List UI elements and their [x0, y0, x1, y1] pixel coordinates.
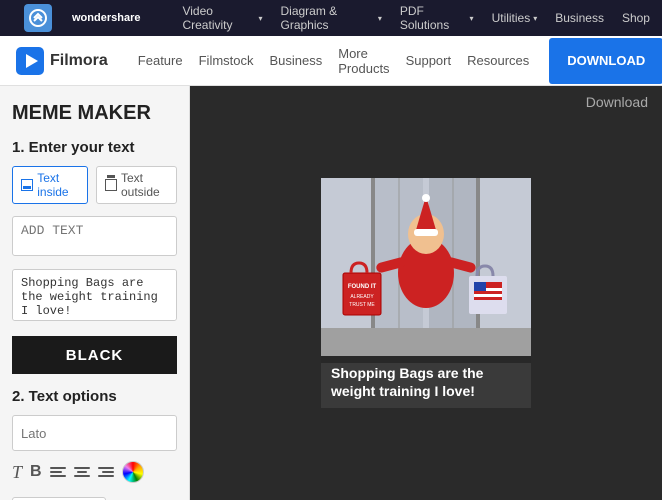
nav-utilities[interactable]: Utilities ▾ [492, 11, 538, 25]
sidebar-title: MEME MAKER [12, 102, 177, 125]
bottom-text-input[interactable]: Shopping Bags are the weight training I … [12, 269, 177, 321]
sec-nav-filmstock[interactable]: Filmstock [199, 53, 254, 68]
align-left-icon[interactable] [50, 467, 66, 477]
sec-nav-more-products[interactable]: More Products [338, 46, 389, 76]
sec-nav-items: Feature Filmstock Business More Products… [138, 46, 529, 76]
align-right-icon[interactable] [98, 467, 114, 477]
text-tools-row: T B [12, 461, 177, 483]
meme-scene-svg: FOUND IT ALREADY TRUST ME [321, 178, 531, 363]
text-inside-icon [21, 179, 33, 191]
text-position-row: Text inside Text outside [12, 166, 177, 204]
font-size-icon[interactable]: T [12, 462, 22, 483]
sec-nav-buttons: DOWNLOAD BUY NOW [549, 38, 662, 84]
chevron-down-icon: ▾ [470, 14, 474, 23]
main-layout: MEME MAKER 1. Enter your text Text insid… [0, 86, 662, 500]
caption-bar: Shopping Bags are the weight training I … [321, 356, 531, 408]
filmora-brand[interactable]: Filmora [16, 47, 108, 75]
chevron-down-icon: ▾ [378, 14, 382, 23]
top-nav-items: Video Creativity ▾ Diagram & Graphics ▾ … [182, 4, 650, 32]
sec-nav-feature[interactable]: Feature [138, 53, 183, 68]
sec-nav-resources[interactable]: Resources [467, 53, 529, 68]
svg-text:FOUND IT: FOUND IT [348, 284, 377, 290]
download-button[interactable]: DOWNLOAD [549, 38, 662, 84]
wondershare-logo[interactable]: wondershare [12, 0, 152, 36]
nav-pdf-solutions[interactable]: PDF Solutions ▾ [400, 4, 474, 32]
nav-diagram-graphics[interactable]: Diagram & Graphics ▾ [280, 4, 381, 32]
bold-icon[interactable]: B [30, 463, 42, 481]
sidebar: MEME MAKER 1. Enter your text Text insid… [0, 86, 190, 500]
font-input[interactable] [12, 415, 177, 451]
section1-label: 1. Enter your text [12, 139, 177, 156]
chevron-down-icon: ▾ [533, 14, 537, 23]
section2-label: 2. Text options [12, 388, 177, 405]
align-center-icon[interactable] [74, 467, 90, 477]
color-button[interactable]: BLACK [12, 336, 177, 374]
sec-nav-support[interactable]: Support [406, 53, 452, 68]
nav-shop[interactable]: Shop [622, 11, 650, 25]
svg-text:TRUST ME: TRUST ME [349, 302, 375, 308]
text-outside-option[interactable]: Text outside [96, 166, 177, 204]
nav-video-creativity[interactable]: Video Creativity ▾ [182, 4, 262, 32]
logo-text: wondershare [72, 12, 140, 24]
svg-text:ALREADY: ALREADY [350, 294, 374, 300]
download-main-button[interactable]: Download [586, 94, 648, 110]
caption-text: Shopping Bags are the weight training I … [331, 364, 521, 400]
text-outside-icon [105, 179, 117, 191]
add-text-input[interactable] [12, 216, 177, 256]
chevron-down-icon: ▾ [258, 14, 262, 23]
sec-nav-business[interactable]: Business [270, 53, 323, 68]
meme-image: FOUND IT ALREADY TRUST ME Shopping Bags … [321, 178, 531, 408]
content-area: Download [190, 86, 662, 500]
top-navigation: wondershare Video Creativity ▾ Diagram &… [0, 0, 662, 36]
secondary-navigation: Filmora Feature Filmstock Business More … [0, 36, 662, 86]
color-picker-icon[interactable] [122, 461, 144, 483]
filmora-logo-icon [16, 47, 44, 75]
nav-business[interactable]: Business [555, 11, 604, 25]
text-inside-option[interactable]: Text inside [12, 166, 88, 204]
filmora-brand-text: Filmora [50, 52, 108, 70]
content-top-bar: Download [572, 86, 662, 118]
meme-container: FOUND IT ALREADY TRUST ME Shopping Bags … [321, 178, 531, 408]
logo-icon [24, 4, 52, 32]
